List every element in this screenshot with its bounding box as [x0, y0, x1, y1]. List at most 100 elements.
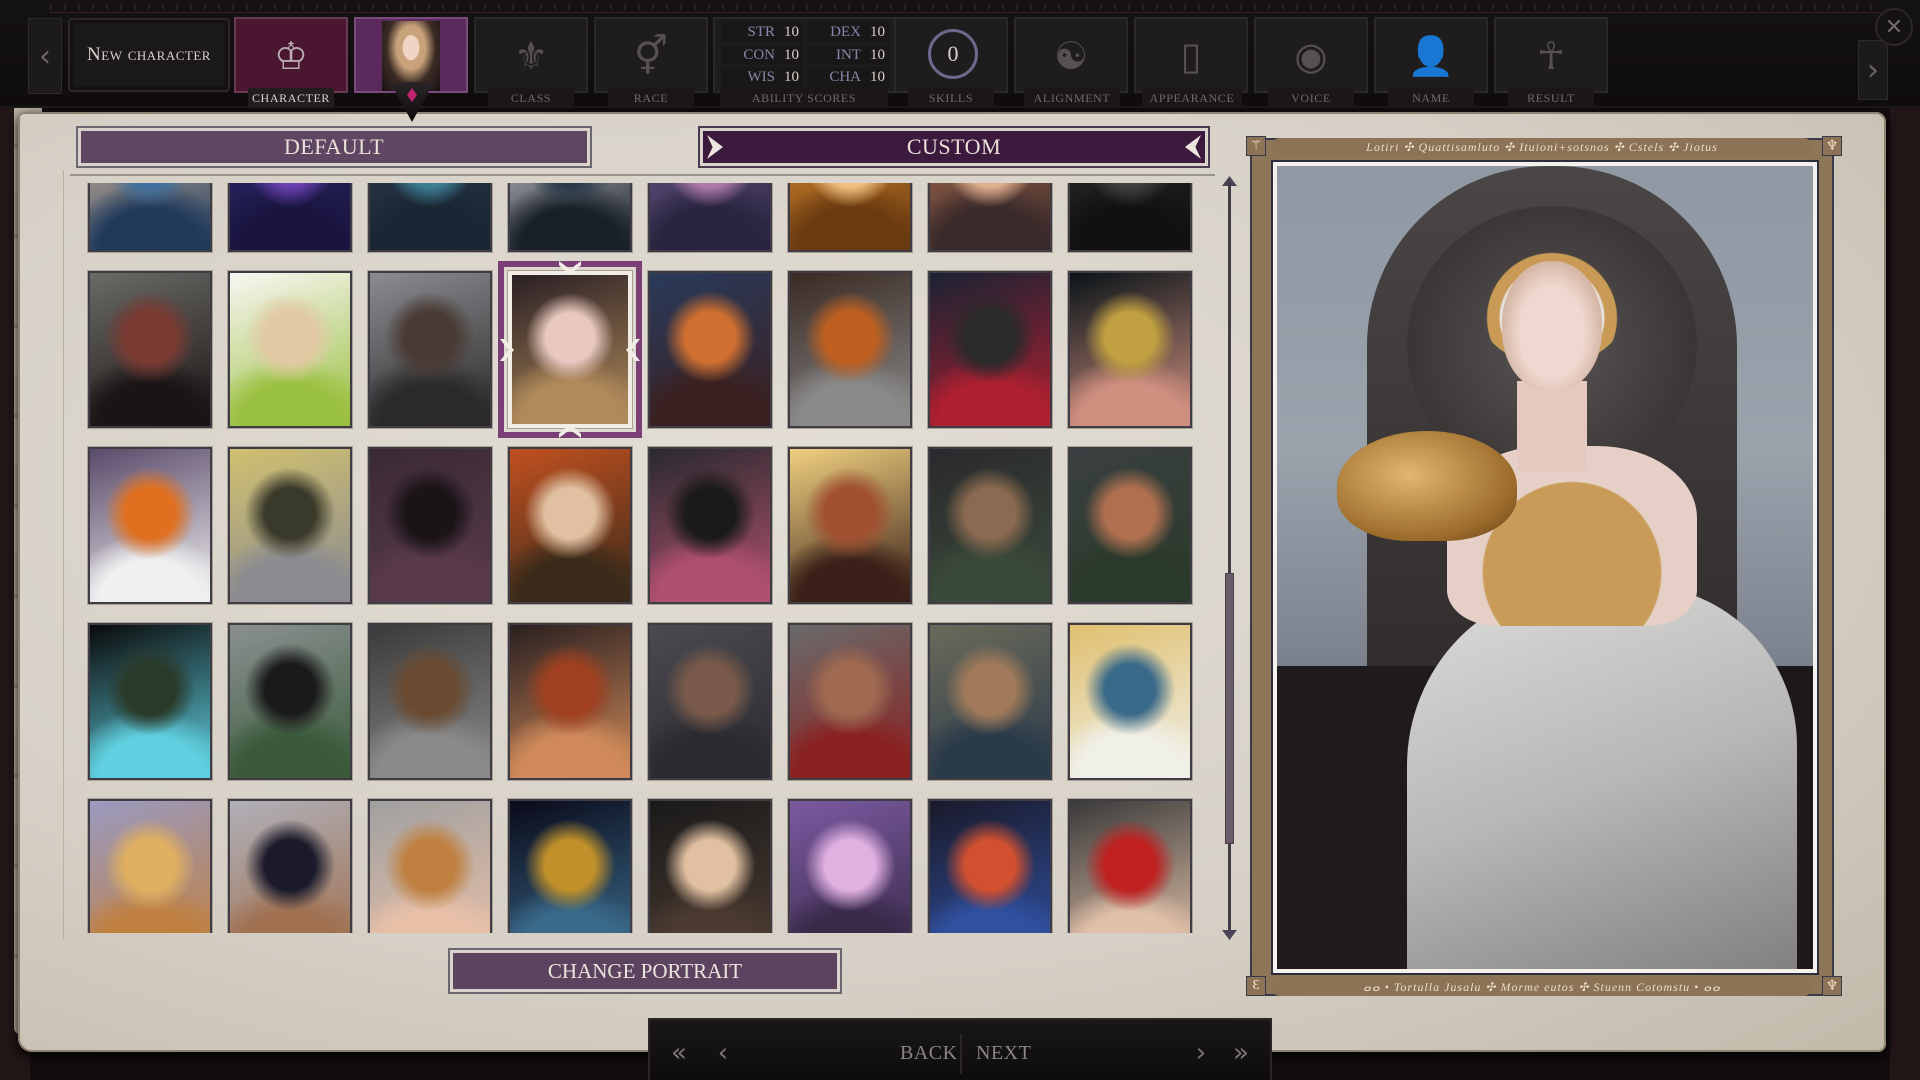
- portrait-option[interactable]: [498, 261, 642, 438]
- back-button[interactable]: BACK: [900, 1030, 958, 1076]
- step-race-label: RACE: [608, 88, 694, 108]
- selection-marker-icon: [500, 339, 514, 361]
- step-character[interactable]: ♔: [234, 17, 348, 93]
- steps-prev-button[interactable]: ‹: [28, 18, 62, 94]
- step-result[interactable]: ☥: [1494, 17, 1608, 93]
- figure-neck: [1517, 381, 1587, 471]
- step-voice[interactable]: ◉: [1254, 17, 1368, 93]
- portrait-option[interactable]: [928, 799, 1052, 933]
- chevron-right-icon: ›: [1195, 1038, 1207, 1068]
- gender-race-icon: ⚥: [633, 34, 669, 78]
- portrait-option[interactable]: [508, 799, 632, 933]
- portrait-option[interactable]: [228, 271, 352, 428]
- step-alignment[interactable]: ☯: [1014, 17, 1128, 93]
- next-step-arrow-button[interactable]: ›: [1186, 1030, 1216, 1076]
- step-skills[interactable]: 0: [894, 17, 1008, 93]
- selection-marker-icon: [559, 261, 581, 275]
- step-appearance-label: APPEARANCE: [1142, 88, 1242, 108]
- portrait-option[interactable]: [228, 799, 352, 933]
- portrait-option[interactable]: [648, 271, 772, 428]
- class-crest-icon: ⚜: [513, 34, 549, 78]
- ability-int: INT 10: [807, 44, 889, 66]
- portrait-option[interactable]: [368, 183, 492, 252]
- step-portrait[interactable]: [354, 17, 468, 93]
- portrait-option[interactable]: [1068, 623, 1192, 780]
- portrait-option[interactable]: [648, 799, 772, 933]
- portrait-option[interactable]: [1068, 183, 1192, 252]
- portrait-option[interactable]: [88, 271, 212, 428]
- portrait-option[interactable]: [228, 623, 352, 780]
- change-portrait-button[interactable]: CHANGE PORTRAIT: [448, 948, 842, 994]
- chevron-left-icon: ‹: [39, 38, 51, 74]
- selection-marker-icon: [626, 339, 640, 361]
- step-class[interactable]: ⚜: [474, 17, 588, 93]
- step-character-label: CHARACTER: [248, 88, 334, 108]
- portrait-option[interactable]: [368, 271, 492, 428]
- tab-default[interactable]: DEFAULT: [76, 126, 592, 168]
- step-skills-label: SKILLS: [908, 88, 994, 108]
- ability-con: CON 10: [721, 44, 803, 66]
- portrait-option[interactable]: [88, 799, 212, 933]
- portrait-option[interactable]: [928, 447, 1052, 604]
- portrait-option[interactable]: [788, 623, 912, 780]
- portrait-option[interactable]: [228, 183, 352, 252]
- ankh-icon: ☥: [1536, 34, 1566, 78]
- skills-points-counter: 0: [928, 29, 978, 79]
- portrait-option[interactable]: [648, 447, 772, 604]
- last-step-button[interactable]: »: [1220, 1030, 1262, 1076]
- portrait-option[interactable]: [928, 183, 1052, 252]
- portrait-option[interactable]: [88, 447, 212, 604]
- portrait-option[interactable]: [648, 623, 772, 780]
- portrait-option[interactable]: [788, 447, 912, 604]
- selected-portrait-preview: [1271, 160, 1819, 975]
- step-ability-scores[interactable]: STR 10 DEX 10 CON 10 INT 10 WIS 10 CHA 10: [713, 17, 897, 93]
- portrait-option[interactable]: [508, 623, 632, 780]
- portrait-option[interactable]: [1068, 271, 1192, 428]
- step-result-label: RESULT: [1508, 88, 1594, 108]
- step-appearance[interactable]: ▯: [1134, 17, 1248, 93]
- portrait-option[interactable]: [508, 183, 632, 252]
- new-character-title: New character: [68, 18, 230, 92]
- portrait-option[interactable]: [928, 623, 1052, 780]
- portrait-option[interactable]: [1068, 799, 1192, 933]
- chevron-right-icon: ›: [1867, 52, 1879, 88]
- portrait-option[interactable]: [648, 183, 772, 252]
- corner-rune-icon: ♆: [1822, 136, 1842, 156]
- steps-next-button[interactable]: ›: [1858, 40, 1888, 100]
- portrait-option[interactable]: [788, 799, 912, 933]
- portrait-option[interactable]: [788, 271, 912, 428]
- portrait-option[interactable]: [88, 623, 212, 780]
- figure-head: [1502, 261, 1602, 391]
- step-voice-label: VOICE: [1268, 88, 1354, 108]
- step-name[interactable]: 👤: [1374, 17, 1488, 93]
- portrait-option[interactable]: [928, 271, 1052, 428]
- scrollbar-thumb[interactable]: [1225, 573, 1234, 844]
- close-button[interactable]: ✕: [1875, 8, 1913, 46]
- step-name-label: NAME: [1388, 88, 1474, 108]
- selection-marker-icon: [559, 424, 581, 438]
- prev-step-arrow-button[interactable]: ‹: [708, 1030, 738, 1076]
- portrait-option[interactable]: [788, 183, 912, 252]
- corner-rune-icon: ⚚: [1246, 136, 1266, 156]
- tab-custom[interactable]: CUSTOM: [698, 126, 1210, 168]
- voice-icon: ◉: [1294, 34, 1328, 78]
- chevron-left-icon: ‹: [717, 1038, 729, 1068]
- corner-rune-icon: Ɛ: [1246, 976, 1266, 996]
- ability-str: STR 10: [721, 22, 803, 43]
- mirror-icon: ▯: [1180, 34, 1202, 78]
- portrait-option[interactable]: [228, 447, 352, 604]
- portrait-option[interactable]: [1068, 447, 1192, 604]
- person-silhouette-icon: 👤: [1407, 33, 1455, 78]
- next-button[interactable]: NEXT: [976, 1030, 1031, 1076]
- yin-yang-icon: ☯: [1053, 34, 1089, 78]
- portrait-option[interactable]: [88, 183, 212, 252]
- ability-cha: CHA 10: [807, 67, 889, 88]
- portrait-option[interactable]: [368, 623, 492, 780]
- step-race[interactable]: ⚥: [594, 17, 708, 93]
- portrait-option[interactable]: [368, 799, 492, 933]
- portrait-option[interactable]: [508, 447, 632, 604]
- divider: [960, 1034, 962, 1074]
- preview-inscription-bottom: ⴰⴰ • Tortulla Jusalu ✣ Morme eutos ✣ Stu…: [1272, 978, 1812, 996]
- portrait-option[interactable]: [368, 447, 492, 604]
- first-step-button[interactable]: «: [658, 1030, 700, 1076]
